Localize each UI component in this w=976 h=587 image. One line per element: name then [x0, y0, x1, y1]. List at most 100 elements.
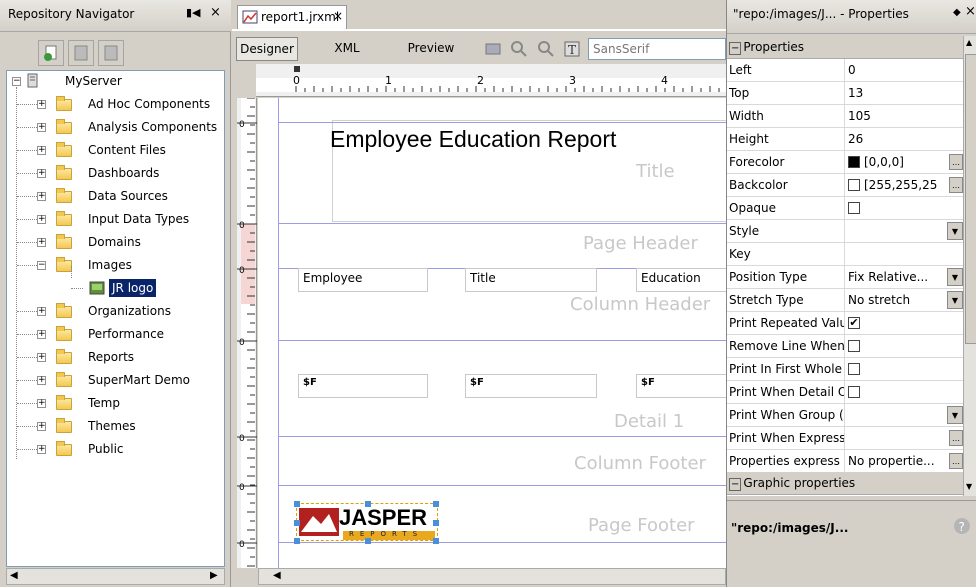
font-icon[interactable]: T [563, 40, 583, 58]
property-value-cell[interactable]: ▼ [846, 404, 963, 426]
dropdown-arrow-icon[interactable]: ▼ [947, 291, 963, 309]
property-value-cell[interactable]: [0,0,0]… [846, 151, 963, 173]
property-value-cell[interactable]: 13 [846, 82, 963, 104]
dropdown-arrow-icon[interactable]: ▼ [947, 406, 963, 424]
ellipsis-button[interactable]: … [949, 430, 963, 446]
tree-item-folder[interactable]: Data Sources [88, 186, 168, 206]
tree-item-folder[interactable]: Public [88, 439, 124, 459]
expand-toggle[interactable]: + [37, 399, 46, 408]
property-row[interactable]: Print When Group ( ▼ [727, 404, 963, 427]
property-value-cell[interactable]: … [846, 427, 963, 449]
expand-toggle[interactable]: + [37, 330, 46, 339]
tab-report1[interactable]: report1.jrxml × [237, 5, 347, 29]
property-row[interactable]: Forecolor [0,0,0]… [727, 151, 963, 174]
jasper-logo-image[interactable]: JASPER REPORTS [294, 501, 439, 544]
tree-item-folder[interactable]: Dashboards [88, 163, 159, 183]
property-checkbox[interactable] [848, 385, 860, 398]
property-value-cell[interactable] [846, 197, 963, 219]
expand-toggle[interactable]: + [37, 238, 46, 247]
property-row[interactable]: Top 13 [727, 82, 963, 105]
tree-item-folder[interactable]: Themes [88, 416, 136, 436]
property-checkbox[interactable] [848, 201, 860, 214]
close-icon[interactable]: × [210, 5, 221, 20]
expand-toggle[interactable]: + [37, 192, 46, 201]
scroll-left-arrow-icon[interactable]: ◀ [10, 570, 18, 581]
help-icon[interactable]: ? [953, 517, 971, 535]
zoom-in-icon[interactable] [510, 40, 528, 58]
property-row[interactable]: Backcolor [255,255,25… [727, 174, 963, 197]
tree-item-folder[interactable]: Images [88, 255, 132, 275]
property-value-cell[interactable]: ▼ [846, 220, 963, 242]
tree-item-folder[interactable]: Input Data Types [88, 209, 189, 229]
scroll-right-arrow-icon[interactable]: ▶ [210, 570, 218, 581]
property-checkbox[interactable] [848, 339, 860, 352]
property-row[interactable]: Print When Express … [727, 427, 963, 450]
property-row[interactable]: Height 26 [727, 128, 963, 151]
property-row[interactable]: Print Repeated Valu ✔ [727, 312, 963, 335]
expand-toggle[interactable]: + [37, 169, 46, 178]
expand-toggle[interactable]: + [37, 146, 46, 155]
designer-tab[interactable]: Designer [236, 37, 298, 61]
tree-item-folder[interactable]: Domains [88, 232, 141, 252]
expand-toggle[interactable]: + [37, 307, 46, 316]
scroll-up-icon[interactable]: ▲ [966, 38, 972, 47]
header-employee[interactable]: Employee [298, 268, 428, 292]
field-education[interactable]: $F [636, 374, 726, 398]
property-value-cell[interactable]: 0 [846, 59, 963, 81]
property-value-cell[interactable] [846, 335, 963, 357]
expand-toggle[interactable]: + [37, 100, 46, 109]
tree-item-folder[interactable]: Temp [88, 393, 120, 413]
ellipsis-button[interactable]: … [949, 177, 963, 193]
expand-toggle[interactable]: + [37, 376, 46, 385]
ellipsis-button[interactable]: … [949, 453, 963, 469]
property-row[interactable]: Stretch Type No stretch ▼ [727, 289, 963, 312]
property-value-cell[interactable]: Fix Relative... ▼ [846, 266, 963, 288]
new-resource-button[interactable] [38, 40, 64, 66]
properties-close-icon[interactable]: × [965, 4, 976, 19]
property-row[interactable]: Opaque [727, 197, 963, 220]
tab-close-icon[interactable]: × [333, 9, 343, 23]
canvas-scroll-left-icon[interactable]: ◀ [273, 570, 281, 581]
snap-icon[interactable] [484, 40, 504, 58]
property-row[interactable]: Width 105 [727, 105, 963, 128]
xml-tab[interactable]: XML [316, 37, 378, 61]
property-row[interactable]: Remove Line When [727, 335, 963, 358]
scroll-down-icon[interactable]: ▼ [966, 482, 972, 491]
dropdown-arrow-icon[interactable]: ▼ [947, 268, 963, 286]
tree-item-jr-logo[interactable]: JR logo [109, 279, 157, 297]
zoom-out-icon[interactable] [537, 40, 555, 58]
tree-item-folder[interactable]: Performance [88, 324, 164, 344]
preview-tab[interactable]: Preview [398, 37, 464, 61]
header-education[interactable]: Education [636, 268, 726, 292]
expand-toggle[interactable]: − [37, 261, 46, 270]
property-value-cell[interactable]: 26 [846, 128, 963, 150]
tree-item-folder[interactable]: Content Files [88, 140, 166, 160]
canvas-horizontal-scrollbar[interactable]: ◀ [258, 568, 726, 585]
header-title[interactable]: Title [465, 268, 597, 292]
expand-toggle[interactable]: + [37, 422, 46, 431]
property-checkbox[interactable] [848, 362, 860, 375]
report-title-text[interactable]: Employee Education Report [330, 126, 616, 153]
graphic-section-header[interactable]: − Graphic properties [727, 472, 963, 495]
property-value-cell[interactable]: [255,255,25… [846, 174, 963, 196]
collapse-toggle[interactable]: − [12, 77, 21, 86]
dropdown-arrow-icon[interactable]: ▼ [947, 222, 963, 240]
tree-item-folder[interactable]: Organizations [88, 301, 171, 321]
tree-item-folder[interactable]: SuperMart Demo [88, 370, 190, 390]
navigator-horizontal-scrollbar[interactable]: ◀ ▶ [6, 568, 225, 585]
pin-icon[interactable]: ▮◀ [186, 6, 201, 19]
property-value-cell[interactable] [846, 381, 963, 403]
tree-item-folder[interactable]: Reports [88, 347, 134, 367]
properties-section-header[interactable]: − Properties [727, 36, 963, 59]
expand-toggle[interactable]: + [37, 353, 46, 362]
property-value-cell[interactable]: 105 [846, 105, 963, 127]
expand-toggle[interactable]: + [37, 445, 46, 454]
property-row[interactable]: Print In First Whole [727, 358, 963, 381]
field-employee[interactable]: $F [298, 374, 428, 398]
property-value-cell[interactable]: No stretch ▼ [846, 289, 963, 311]
property-value-cell[interactable] [846, 358, 963, 380]
edit-resource-button[interactable] [68, 40, 94, 66]
delete-resource-button[interactable] [98, 40, 124, 66]
property-row[interactable]: Style ▼ [727, 220, 963, 243]
property-checkbox[interactable]: ✔ [848, 316, 860, 329]
